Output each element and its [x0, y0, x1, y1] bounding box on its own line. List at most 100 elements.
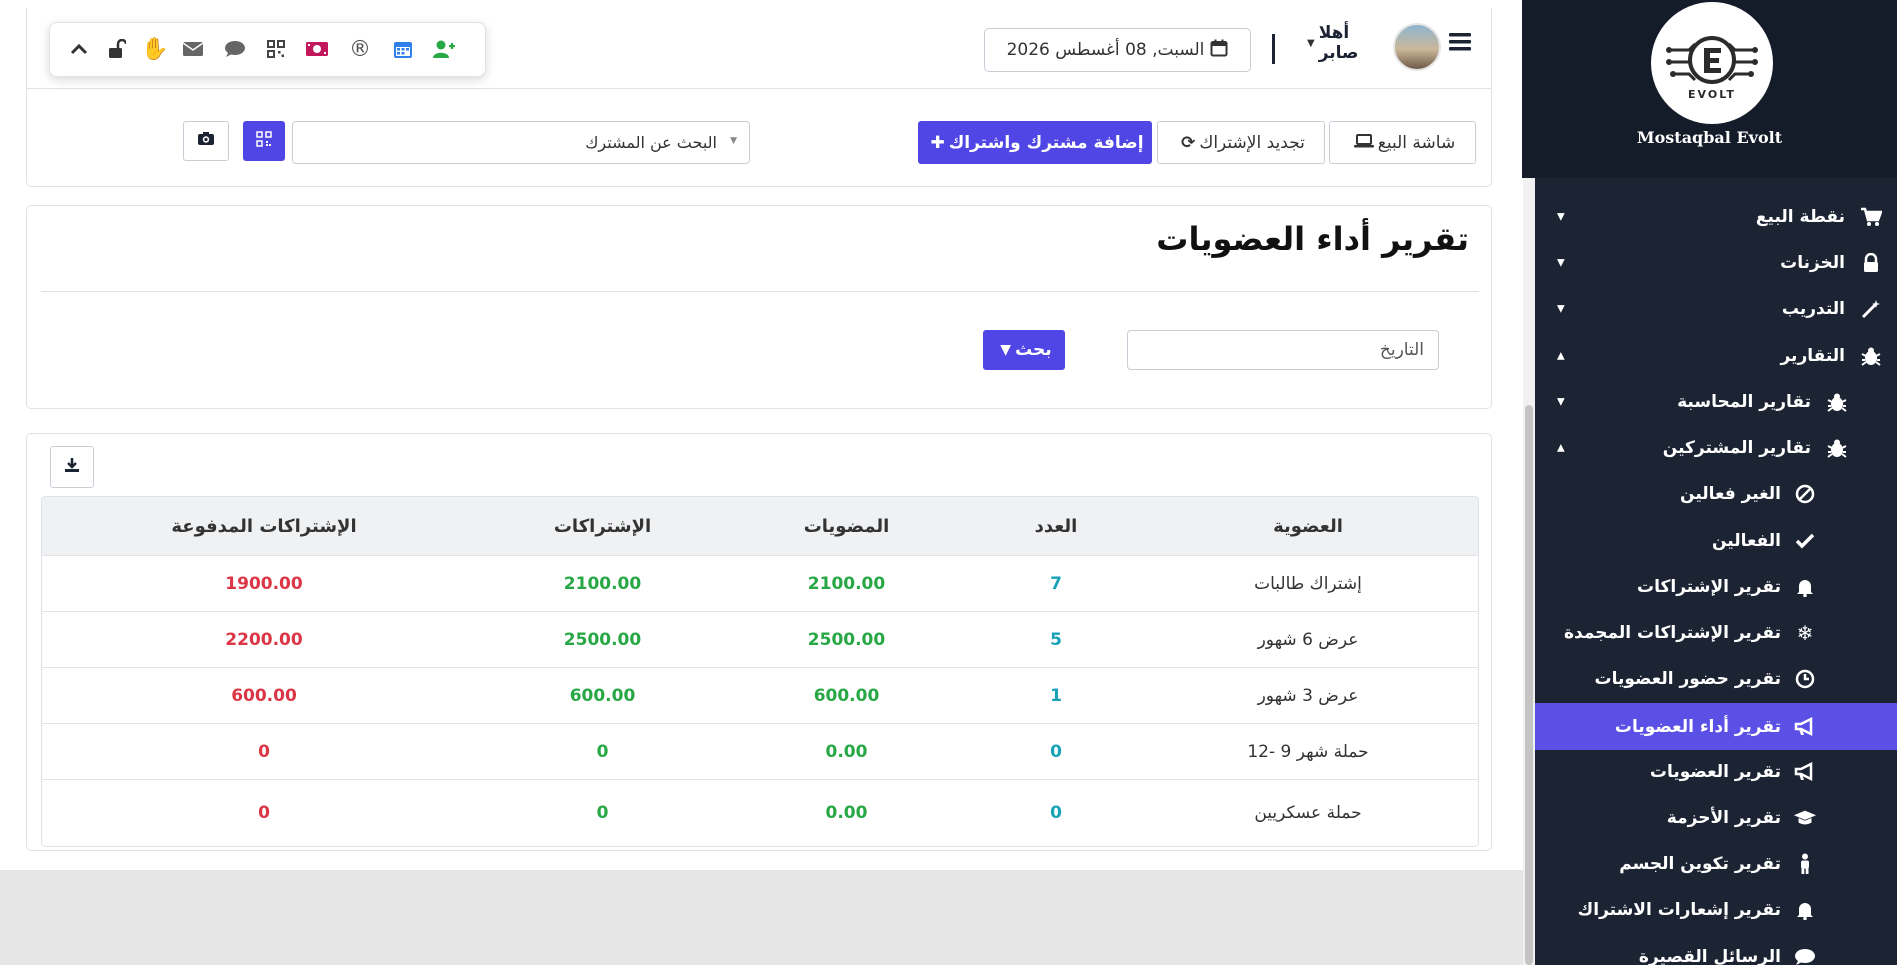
- date-filter-input[interactable]: التاريخ: [1127, 330, 1439, 370]
- sidebar-item-subscriptions-report[interactable]: تقرير الإشتراكات: [1535, 565, 1897, 609]
- add-user-icon[interactable]: [431, 36, 457, 62]
- chevron-down-icon: ▼: [1307, 37, 1315, 49]
- ban-icon: [1793, 482, 1817, 506]
- membership-performance-table: العضوية العدد المضويات الإشتراكات الإشتر…: [42, 497, 1478, 846]
- bell-icon: [1793, 898, 1817, 922]
- laptop-icon: [1353, 133, 1374, 153]
- comment-icon: [1793, 945, 1817, 965]
- report-filter-card: تقرير أداء العضويات التاريخ ▼ بحث: [26, 205, 1492, 409]
- header-separator: [1272, 34, 1275, 64]
- sidebar-item-pos[interactable]: ▼ نقطة البيع: [1535, 195, 1897, 239]
- sidebar-item-membership-performance[interactable]: تقرير أداء العضويات: [1535, 703, 1897, 750]
- menu-toggle-icon[interactable]: [1449, 32, 1473, 52]
- col-paid-subscriptions: الإشتراكات المدفوعة: [42, 497, 486, 556]
- subscriber-search-select[interactable]: ▼ البحث عن المشترك: [292, 121, 750, 164]
- brand-header: EVOLT Mostaqbal Evolt: [1522, 0, 1897, 178]
- sidebar-item-attendance-report[interactable]: تقرير حضور العضويات: [1535, 657, 1897, 701]
- refresh-icon: ⟳: [1181, 132, 1196, 153]
- bell-icon: [1793, 575, 1817, 599]
- col-subscriptions: الإشتراكات: [486, 497, 719, 556]
- check-icon: [1793, 529, 1817, 553]
- sidebar-item-inactive[interactable]: الغير فعالين: [1535, 472, 1897, 516]
- sidebar-item-memberships-report[interactable]: تقرير العضويات: [1535, 750, 1897, 794]
- col-membership: العضوية: [1138, 497, 1478, 556]
- qrcode-icon[interactable]: [263, 36, 289, 62]
- add-subscriber-button[interactable]: ✚ إضافة مشترك واشتراك: [918, 121, 1152, 164]
- magic-wand-icon: [1859, 297, 1883, 321]
- sidebar-item-training[interactable]: ▼ التدريب: [1535, 287, 1897, 331]
- table-header-row: العضوية العدد المضويات الإشتراكات الإشتر…: [42, 497, 1478, 556]
- snowflake-icon: ❄: [1796, 621, 1814, 645]
- table-wrapper: العضوية العدد المضويات الإشتراكات الإشتر…: [41, 496, 1479, 847]
- sidebar-item-sms[interactable]: الرسائل القصيرة: [1535, 935, 1897, 965]
- table-row: عرض 6 شهور 5 2500.00 2500.00 2200.00: [42, 611, 1478, 668]
- chevron-down-icon: ▼: [1557, 257, 1565, 269]
- person-icon: [1793, 852, 1817, 876]
- greeting: أهلا صابر: [1318, 23, 1359, 63]
- table-row: عرض 3 شهور 1 600.00 600.00 600.00: [42, 667, 1478, 724]
- registered-icon[interactable]: ®: [347, 36, 373, 62]
- sidebar-item-frozen-subscriptions[interactable]: تقرير الإشتراكات المجمدة ❄: [1535, 611, 1897, 655]
- download-button[interactable]: [50, 446, 94, 488]
- header-divider: [27, 88, 1491, 89]
- avatar[interactable]: [1393, 23, 1441, 71]
- table-row: إشتراك طالبات 7 2100.00 2100.00 1900.00: [42, 555, 1478, 612]
- camera-button[interactable]: [183, 121, 229, 161]
- col-memberships-value: المضويات: [719, 497, 974, 556]
- title-divider: [41, 291, 1479, 292]
- chevron-up-icon: ▲: [1557, 442, 1565, 454]
- sidebar-item-belts-report[interactable]: تقرير الأحزمة: [1535, 796, 1897, 840]
- sidebar-item-subscription-notifications[interactable]: تقرير إشعارات الاشتراك: [1535, 888, 1897, 932]
- quick-toolbar: ® ✋: [49, 22, 486, 77]
- bug-icon: [1825, 390, 1849, 414]
- graduation-cap-icon: [1793, 806, 1817, 830]
- user-menu[interactable]: ▼ أهلا صابر: [1307, 23, 1391, 63]
- brand-name: Mostaqbal Evolt: [1636, 128, 1783, 147]
- sidebar-item-reports[interactable]: ▲ التقارير: [1535, 334, 1897, 378]
- cart-icon: [1859, 205, 1883, 229]
- calendar-icon: [1210, 39, 1228, 61]
- bug-icon: [1859, 344, 1883, 368]
- sidebar-item-active-members[interactable]: الفعالين: [1535, 519, 1897, 563]
- filter-search-button[interactable]: ▼ بحث: [983, 330, 1065, 370]
- main-content: ▼ أهلا صابر السبت, 08 أغسطس 2026 شاشة ال…: [0, 0, 1523, 870]
- svg-text:EVOLT: EVOLT: [1688, 88, 1736, 101]
- col-count: العدد: [974, 497, 1138, 556]
- sidebar-item-body-composition[interactable]: تقرير تكوين الجسم: [1535, 842, 1897, 886]
- current-date: السبت, 08 أغسطس 2026: [1006, 40, 1205, 60]
- sidebar-item-subscriber-reports[interactable]: ▲ تقارير المشتركين: [1535, 426, 1897, 470]
- bullhorn-icon: [1793, 760, 1817, 784]
- report-table-card: العضوية العدد المضويات الإشتراكات الإشتر…: [26, 433, 1492, 851]
- pos-button[interactable]: شاشة البيع: [1329, 121, 1476, 164]
- page-title: تقرير أداء العضويات: [1156, 220, 1469, 258]
- chevron-down-icon: ▼: [1557, 211, 1565, 223]
- table-row: حملة عسكريين 0 0.00 0 0: [42, 779, 1478, 846]
- clock-icon: [1793, 667, 1817, 691]
- plus-icon: ✚: [930, 132, 945, 153]
- chevron-down-icon: ▼: [1557, 303, 1565, 315]
- sidebar-item-safes[interactable]: ▼ الخزنات: [1535, 241, 1897, 285]
- unlock-icon[interactable]: [104, 36, 130, 62]
- chevron-up-icon[interactable]: [66, 36, 92, 62]
- qrcode-scan-button[interactable]: [243, 121, 285, 161]
- brand-logo[interactable]: EVOLT: [1651, 2, 1773, 124]
- money-icon[interactable]: [304, 36, 330, 62]
- filter-icon: ▼: [1000, 342, 1012, 358]
- lock-icon: [1859, 251, 1883, 275]
- chevron-down-icon: ▼: [1557, 396, 1565, 408]
- sidebar-item-accounting-reports[interactable]: ▼ تقارير المحاسبة: [1535, 380, 1897, 424]
- search-placeholder: البحث عن المشترك: [585, 133, 717, 152]
- qrcode-icon: [256, 130, 272, 152]
- bullhorn-icon: [1793, 715, 1817, 739]
- chevron-down-icon: ▼: [730, 136, 737, 146]
- calendar-icon[interactable]: [390, 36, 416, 62]
- scrollbar-thumb[interactable]: [1525, 405, 1533, 965]
- envelope-icon[interactable]: [180, 36, 206, 62]
- chevron-up-icon: ▲: [1557, 350, 1565, 362]
- comment-icon[interactable]: [222, 36, 248, 62]
- date-display[interactable]: السبت, 08 أغسطس 2026: [984, 28, 1251, 72]
- hand-icon[interactable]: ✋: [141, 36, 168, 62]
- renew-subscription-button[interactable]: ⟳ تجديد الإشتراك: [1157, 121, 1325, 164]
- table-row: حملة شهر 9 -12 0 0.00 0 0: [42, 723, 1478, 780]
- camera-icon: [197, 131, 215, 151]
